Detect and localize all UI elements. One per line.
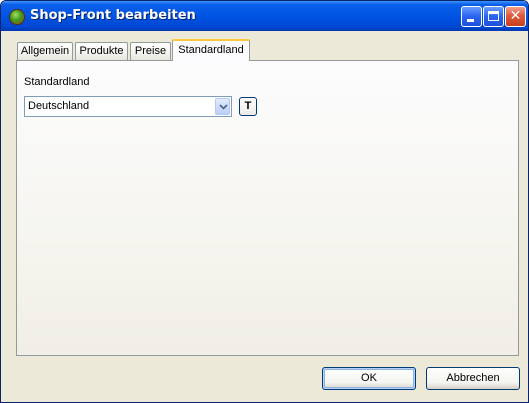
app-globe-icon xyxy=(9,9,25,25)
standardland-label: Standardland xyxy=(24,76,90,88)
tab-panel-standardland: Standardland Deutschland T xyxy=(16,60,519,356)
title-bar[interactable]: Shop-Front bearbeiten ✕ xyxy=(1,1,528,31)
dialog-window: Shop-Front bearbeiten ✕ Allgemein Produk… xyxy=(0,0,529,403)
maximize-button[interactable] xyxy=(483,6,504,27)
chevron-down-icon xyxy=(219,104,228,110)
standardland-select[interactable]: Deutschland xyxy=(24,96,232,117)
close-button[interactable]: ✕ xyxy=(505,6,526,27)
tab-produkte[interactable]: Produkte xyxy=(75,42,128,60)
translate-button[interactable]: T xyxy=(239,97,257,116)
tab-standardland[interactable]: Standardland xyxy=(172,39,250,61)
dropdown-button[interactable] xyxy=(215,98,230,115)
close-icon: ✕ xyxy=(509,8,522,24)
minimize-icon xyxy=(467,19,474,22)
tab-allgemein[interactable]: Allgemein xyxy=(17,42,73,60)
window-title: Shop-Front bearbeiten xyxy=(30,8,196,23)
selected-country: Deutschland xyxy=(28,100,90,112)
cancel-button[interactable]: Abbrechen xyxy=(426,367,520,390)
maximize-icon xyxy=(488,11,499,21)
tab-preise[interactable]: Preise xyxy=(130,42,171,60)
ok-button[interactable]: OK xyxy=(322,367,416,390)
minimize-button[interactable] xyxy=(461,6,482,27)
